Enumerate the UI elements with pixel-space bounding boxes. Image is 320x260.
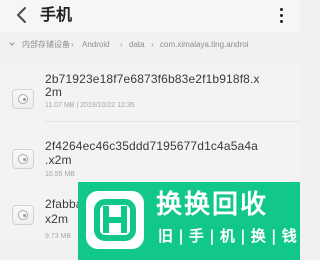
breadcrumb-separator: ›	[120, 40, 123, 49]
file-meta: 9.73 MB	[45, 233, 72, 240]
more-options-button[interactable]	[278, 7, 286, 23]
watermark-brand: 换换回收	[156, 190, 269, 220]
file-name-line-1: 2b71923e18f7e6873f6b83e2f1b918f8.x	[45, 72, 260, 86]
file-name-line-1: 2fabba	[45, 197, 83, 211]
file-name-line-1: 2f4264ec46c35ddd7195677d1c4a5a4a	[45, 139, 259, 153]
file-icon	[12, 89, 34, 109]
breadcrumb-separator: ›	[71, 40, 74, 49]
more-vertical-icon-dot	[280, 14, 283, 17]
file-row[interactable]: 2b71923e18f7e6873f6b83e2f1b918f8.x 2m 11…	[0, 64, 300, 124]
top-header: 手机	[0, 0, 300, 32]
more-vertical-icon-dot	[280, 20, 283, 23]
file-name-line-2: x2m	[45, 212, 69, 226]
file-name-line-2: .x2m	[45, 153, 72, 167]
huanhuan-logo-icon	[86, 191, 144, 249]
breadcrumb-item-data[interactable]: data	[129, 40, 145, 50]
page-title: 手机	[40, 7, 73, 24]
file-icon	[12, 205, 34, 225]
watermark-subtitle: 旧 | 手 | 机 | 换 | 钱	[158, 227, 297, 245]
chevron-down-icon	[9, 42, 15, 46]
file-row[interactable]: 2f4264ec46c35ddd7195677d1c4a5a4a .x2m 10…	[0, 124, 300, 184]
huanhuan-logo-svg	[94, 199, 136, 241]
file-icon-dot	[23, 98, 26, 101]
file-meta: 10.55 MB	[45, 171, 75, 178]
back-button[interactable]	[14, 5, 30, 25]
breadcrumb-item-package[interactable]: com.ximalaya.ting.androi	[160, 40, 248, 50]
back-chevron-icon	[17, 7, 26, 23]
file-meta: 11.07 MB | 2019/10/22 12:35	[45, 102, 135, 109]
file-icon-dot	[23, 158, 26, 161]
breadcrumb-separator: ›	[151, 40, 154, 49]
file-icon-dot	[23, 214, 26, 217]
file-name-line-2: 2m	[45, 85, 62, 99]
row-divider	[45, 121, 300, 122]
file-icon	[12, 149, 34, 169]
breadcrumb-item-android[interactable]: Android	[82, 40, 110, 50]
breadcrumb: 内部存储设备 › Android › data › com.ximalaya.t…	[0, 38, 300, 54]
watermark-banner: 换换回收 旧 | 手 | 机 | 换 | 钱	[78, 182, 300, 260]
more-vertical-icon-dot	[280, 8, 283, 11]
breadcrumb-item-internal-storage[interactable]: 内部存储设备	[22, 40, 70, 50]
